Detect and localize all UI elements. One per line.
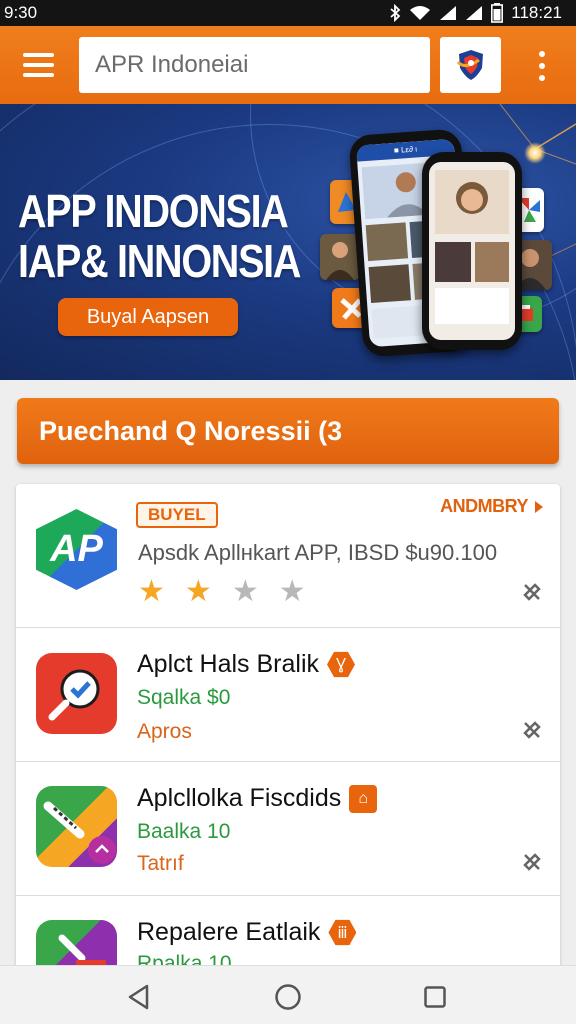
- app-list: AP BUYEL ANDMBRY Apsdk Apllнkart APP, IB…: [16, 484, 560, 974]
- pin-icon[interactable]: [522, 852, 542, 878]
- featured-description: Apsdk Apllнkart APP, IBSD $u90.100: [138, 540, 498, 565]
- home-badge-icon: ⌂: [349, 784, 378, 813]
- star-rating: ★ ★ ★ ★: [138, 574, 306, 609]
- status-bar: 9:30 118:21: [0, 0, 576, 26]
- signal-icon-2: [466, 6, 483, 20]
- wifi-icon: [410, 6, 431, 20]
- app-subtitle: Baalka 10: [137, 820, 231, 843]
- status-time-right: 118:21: [511, 3, 562, 22]
- app-title: Aplcllolka Fiscdids ⌂: [137, 784, 378, 813]
- app-title-text: Repalere Eatlaik: [137, 918, 321, 946]
- app-title-text: Aplct Hals Bralik: [137, 650, 319, 678]
- tools-icon: [43, 801, 116, 864]
- featured-app-item[interactable]: AP BUYEL ANDMBRY Apsdk Apllнkart APP, IB…: [16, 484, 560, 628]
- person-icon: [456, 182, 488, 214]
- chevron-right-icon: [535, 500, 543, 513]
- hamburger-menu-icon[interactable]: [8, 35, 68, 95]
- more-link[interactable]: ANDMBRY: [440, 496, 544, 517]
- phone-mockup-front: [422, 152, 522, 350]
- app-category: Apros: [137, 720, 192, 743]
- bluetooth-icon: [390, 4, 401, 22]
- magnifier-icon: [48, 669, 100, 721]
- list-item[interactable]: Aplcllolka Fiscdids ⌂ Baalka 10 Tatrıf: [16, 762, 560, 896]
- app-title: Aplct Hals Bralik Ɣ: [137, 650, 355, 679]
- overflow-menu-icon[interactable]: [528, 51, 556, 81]
- featured-badge: BUYEL: [136, 502, 218, 528]
- banner-title-line1: APP INDONSIA: [18, 185, 289, 237]
- search-input-value: APR Indoneiai: [95, 51, 249, 78]
- person-icon: [326, 242, 354, 280]
- verified-hex-icon: ⅲ: [328, 919, 357, 946]
- list-item[interactable]: Repalere Eatlaik ⅲ Rpalka 10: [16, 896, 560, 974]
- app-title: Repalere Eatlaik ⅲ: [137, 918, 357, 947]
- section-header[interactable]: Puechand Q Noressii (3: [17, 398, 559, 464]
- app-icon-tools: [36, 786, 117, 867]
- battery-icon: [491, 3, 504, 23]
- home-icon[interactable]: [271, 980, 305, 1014]
- star-icon: ★: [184, 575, 212, 608]
- app-icon-search: [36, 653, 117, 734]
- pin-icon[interactable]: [522, 720, 542, 746]
- banner-cta-button[interactable]: Buyal Aapsen: [58, 298, 238, 336]
- system-nav-bar: [0, 965, 576, 1024]
- verified-hex-icon: Ɣ: [327, 651, 355, 678]
- app-logo-icon: [456, 50, 483, 80]
- pin-icon[interactable]: [522, 582, 542, 608]
- featured-app-icon: AP: [36, 509, 117, 590]
- promo-banner[interactable]: APP INDONSIA IAP& INNONSIA Buyal Aapsen …: [0, 104, 576, 380]
- status-time-left: 9:30: [4, 3, 38, 22]
- signal-icon: [440, 6, 457, 20]
- app-title-text: Aplcllolka Fiscdids: [137, 784, 342, 812]
- app-toolbar: APR Indoneiai: [0, 26, 576, 104]
- floating-photo-tile: [320, 234, 360, 280]
- star-icon: ★: [231, 575, 259, 608]
- search-input[interactable]: APR Indoneiai: [79, 37, 430, 93]
- back-icon[interactable]: [122, 980, 156, 1014]
- star-icon: ★: [138, 575, 165, 608]
- recents-icon[interactable]: [418, 980, 452, 1014]
- status-icons: 118:21: [389, 3, 562, 23]
- more-link-label: ANDMBRY: [440, 496, 528, 516]
- list-item[interactable]: Aplct Hals Bralik Ɣ Sqalka $0 Apros: [16, 628, 560, 762]
- app-category: Tatrıf: [137, 852, 184, 875]
- section-title: Puechand Q Noressii (3: [39, 415, 343, 446]
- banner-title-line2: IAP& INNONSIA: [18, 235, 301, 287]
- profile-logo-button[interactable]: [440, 37, 501, 93]
- sparkle-icon: [524, 142, 546, 164]
- banner-title: APP INDONSIA IAP& INNONSIA: [18, 185, 301, 287]
- star-icon: ★: [278, 575, 306, 608]
- app-subtitle: Sqalka $0: [137, 686, 231, 709]
- featured-app-icon-text: AP: [50, 528, 103, 570]
